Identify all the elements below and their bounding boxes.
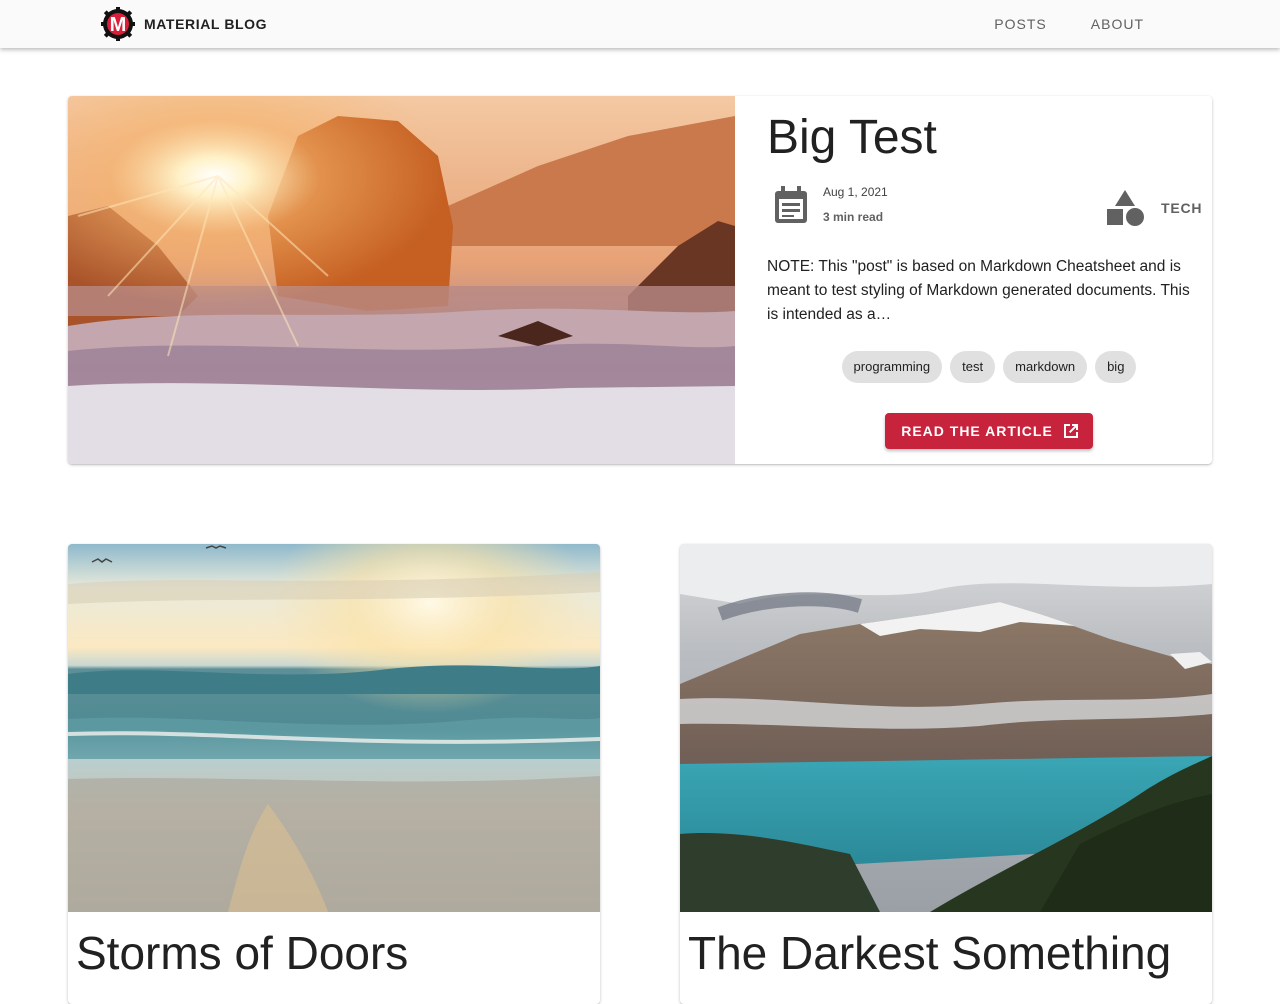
category-shapes-icon (1107, 190, 1144, 226)
post-date: Aug 1, 2021 (823, 185, 888, 199)
tag-chip[interactable]: programming (841, 351, 943, 383)
read-time: 3 min read (823, 210, 884, 224)
nav-about-link[interactable]: ABOUT (1069, 0, 1166, 48)
app-bar: M MATERIAL BLOG POSTS ABOUT (0, 0, 1280, 48)
brand-logo-icon: M (101, 7, 135, 41)
featured-post-image[interactable] (68, 96, 735, 464)
category-link[interactable]: TECH (1161, 200, 1202, 216)
post-card-title[interactable]: Storms of Doors (76, 926, 408, 980)
logo-letter: M (110, 14, 127, 36)
post-card: Storms of Doors (68, 544, 600, 1004)
post-excerpt: NOTE: This "post" is based on Markdown C… (767, 258, 1190, 323)
brand-home-link[interactable]: M MATERIAL BLOG (100, 6, 267, 42)
tag-chip[interactable]: markdown (1003, 351, 1088, 383)
post-card-image[interactable] (680, 544, 1212, 912)
tag-chips: programming test markdown big (767, 351, 1211, 383)
cta-wrapper: READ THE ARTICLE (767, 413, 1211, 449)
main-nav: POSTS ABOUT (972, 0, 1166, 48)
featured-post-title[interactable]: Big Test (767, 110, 937, 166)
read-article-button[interactable]: READ THE ARTICLE (885, 413, 1093, 449)
open-in-new-icon (1063, 424, 1078, 438)
post-card-title[interactable]: The Darkest Something (688, 926, 1171, 980)
post-card: The Darkest Something (680, 544, 1212, 1004)
nav-posts-link[interactable]: POSTS (972, 0, 1068, 48)
post-card-image[interactable] (68, 544, 600, 912)
event-note-icon (775, 186, 807, 223)
tag-chip[interactable]: big (1095, 351, 1137, 383)
read-article-label: READ THE ARTICLE (901, 423, 1053, 439)
brand-name: MATERIAL BLOG (144, 16, 268, 32)
featured-post-card: Big Test Aug 1, 2021 3 min read TECH NOT… (68, 96, 1212, 464)
tag-chip[interactable]: test (950, 351, 996, 383)
